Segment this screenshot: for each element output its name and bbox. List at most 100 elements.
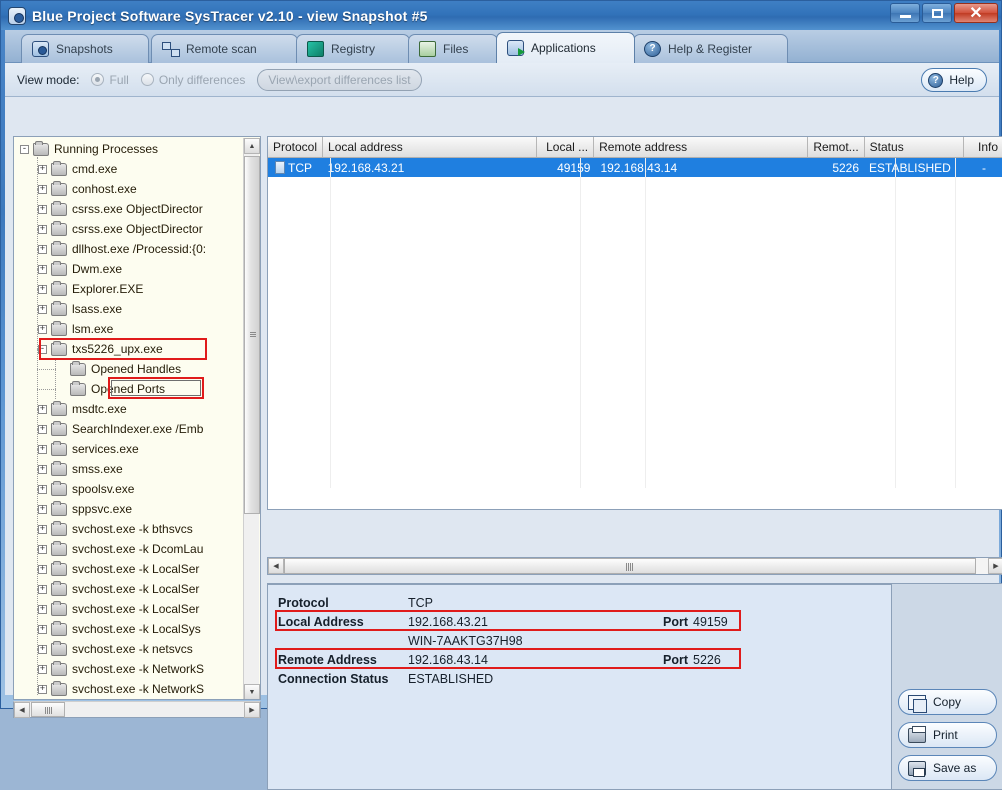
tree-item[interactable]: + services.exe [38, 439, 139, 459]
tree-item[interactable]: + SearchIndexer.exe /Emb [38, 419, 203, 439]
maximize-icon [931, 8, 943, 18]
radio-only-differences[interactable]: Only differences [140, 73, 245, 87]
tree-item[interactable]: + svchost.exe -k bthsvcs [38, 519, 193, 539]
folder-icon [51, 180, 67, 196]
tree-item[interactable]: + csrss.exe ObjectDirector [38, 219, 203, 239]
list-scroll-right-button[interactable]: ▶ [988, 558, 1002, 574]
tree-item[interactable]: + Explorer.EXE [38, 279, 143, 299]
expand-icon[interactable]: + [38, 604, 47, 614]
expand-icon[interactable]: + [38, 404, 47, 414]
tree-item[interactable]: + sppsvc.exe [38, 499, 132, 519]
maximize-button[interactable] [922, 3, 952, 23]
tree-scroll-left-button[interactable]: ◀ [14, 702, 30, 718]
tree-item[interactable]: + conhost.exe [38, 179, 137, 199]
expand-icon[interactable]: + [38, 664, 47, 674]
column-header[interactable]: Local ... [537, 137, 595, 157]
column-header[interactable]: Status [864, 137, 965, 157]
tab-files[interactable]: Files [408, 34, 498, 63]
tree-item[interactable]: + dllhost.exe /Processid:{0: [38, 239, 206, 259]
tree-item-label: Opened Handles [91, 362, 182, 376]
expand-icon[interactable]: + [38, 524, 47, 534]
tree-scroll-thumb[interactable] [244, 156, 260, 514]
expand-icon[interactable]: + [38, 584, 47, 594]
expand-icon[interactable]: + [38, 564, 47, 574]
column-header[interactable]: Remote address [594, 137, 809, 157]
tab-snapshots[interactable]: Snapshots [21, 34, 149, 63]
expand-icon[interactable]: + [38, 644, 47, 654]
tab-registry[interactable]: Registry [296, 34, 410, 63]
folder-icon [70, 360, 86, 376]
expand-icon[interactable]: + [38, 624, 47, 634]
detail-connection-status-value: ESTABLISHED [408, 671, 494, 686]
expand-icon[interactable]: + [38, 244, 47, 254]
list-hscroll-thumb[interactable] [284, 558, 976, 574]
expand-icon[interactable]: + [38, 464, 47, 474]
expand-icon[interactable]: + [38, 444, 47, 454]
expand-icon[interactable]: + [38, 264, 47, 274]
tree-item[interactable]: - Running Processes [20, 139, 158, 159]
tab-applications[interactable]: Applications [496, 32, 635, 63]
grid-line [895, 158, 896, 488]
tree-item[interactable]: + smss.exe [38, 459, 123, 479]
column-header[interactable]: Protocol [268, 137, 324, 157]
tree-item[interactable]: + svchost.exe -k NetworkS [38, 659, 204, 679]
tree-hscroll-thumb[interactable] [31, 702, 65, 717]
tree-item[interactable]: + lsass.exe [38, 299, 122, 319]
close-button[interactable]: ✕ [954, 3, 998, 23]
copy-button[interactable]: Copy [898, 689, 997, 715]
tree-horizontal-scrollbar[interactable]: ◀ ▶ [13, 701, 261, 718]
expand-icon[interactable]: + [38, 204, 47, 214]
tree-item[interactable]: + svchost.exe -k DcomLau [38, 539, 203, 559]
radio-full[interactable]: Full [91, 73, 129, 87]
folder-icon [51, 520, 67, 536]
tree-item-label: svchost.exe -k NetworkS [72, 662, 205, 676]
tree-item[interactable]: + Dwm.exe [38, 259, 122, 279]
save-as-button[interactable]: Save as [898, 755, 997, 781]
tree-scroll-down-button[interactable]: ▼ [244, 684, 260, 699]
tab-remote-scan[interactable]: Remote scan [151, 34, 298, 63]
tree-item[interactable]: + svchost.exe -k netsvcs [38, 639, 193, 659]
column-header[interactable]: Remot... [808, 137, 865, 157]
expand-icon[interactable]: + [38, 684, 47, 694]
list-horizontal-scrollbar[interactable]: ◀ ▶ [267, 557, 1002, 575]
tree-item[interactable]: + cmd.exe [38, 159, 117, 179]
expand-icon[interactable]: + [38, 304, 47, 314]
expand-icon[interactable]: + [38, 224, 47, 234]
tree-item[interactable]: + msdtc.exe [38, 399, 127, 419]
tree-item[interactable]: Opened Handles [56, 359, 181, 379]
tree-scroll-up-button[interactable]: ▲ [244, 138, 260, 154]
expand-icon[interactable]: + [38, 164, 47, 174]
expand-icon[interactable]: + [38, 484, 47, 494]
expand-icon[interactable]: + [38, 184, 47, 194]
column-header[interactable]: Local address [323, 137, 538, 157]
tree-item[interactable]: + csrss.exe ObjectDirector [38, 199, 203, 219]
tree-item[interactable]: + svchost.exe -k NetworkS [38, 679, 204, 699]
tree-item[interactable]: + svchost.exe -k LocalSer [38, 559, 199, 579]
tree-scroll-right-button[interactable]: ▶ [244, 702, 260, 718]
column-header[interactable]: Info [964, 137, 1002, 157]
tree-vertical-scrollbar[interactable]: ▲ ▼ [243, 138, 260, 699]
tree-item[interactable]: + spoolsv.exe [38, 479, 134, 499]
help-button[interactable]: ? Help [921, 68, 987, 92]
tree-item[interactable]: + svchost.exe -k LocalSer [38, 579, 199, 599]
ports-list[interactable]: Protocol Local address Local ... Remote add… [267, 136, 1002, 510]
minimize-button[interactable] [890, 3, 920, 23]
collapse-icon[interactable]: - [20, 144, 29, 154]
detail-protocol-value: TCP [408, 595, 433, 610]
process-tree[interactable]: - Running Processes + cmd.exe + conhost.exe + c… [13, 136, 261, 700]
window-controls: ✕ [890, 3, 998, 23]
tree-item[interactable]: + svchost.exe -k LocalSys [38, 619, 201, 639]
expand-icon[interactable]: + [38, 544, 47, 554]
tree-item[interactable]: + lsm.exe [38, 319, 113, 339]
expand-icon[interactable]: + [38, 324, 47, 334]
tree-item-label: svchost.exe -k LocalSer [72, 582, 200, 596]
tab-help-register[interactable]: ? Help & Register [633, 34, 788, 63]
tree-item[interactable]: + svchost.exe -k LocalSer [38, 599, 199, 619]
expand-icon[interactable]: + [38, 284, 47, 294]
expand-icon[interactable]: + [38, 504, 47, 514]
expand-icon[interactable]: + [38, 424, 47, 434]
folder-icon [51, 260, 67, 276]
view-export-differences-button[interactable]: View\export differences list [257, 68, 422, 91]
print-button[interactable]: Print [898, 722, 997, 748]
list-scroll-left-button[interactable]: ◀ [268, 558, 284, 574]
